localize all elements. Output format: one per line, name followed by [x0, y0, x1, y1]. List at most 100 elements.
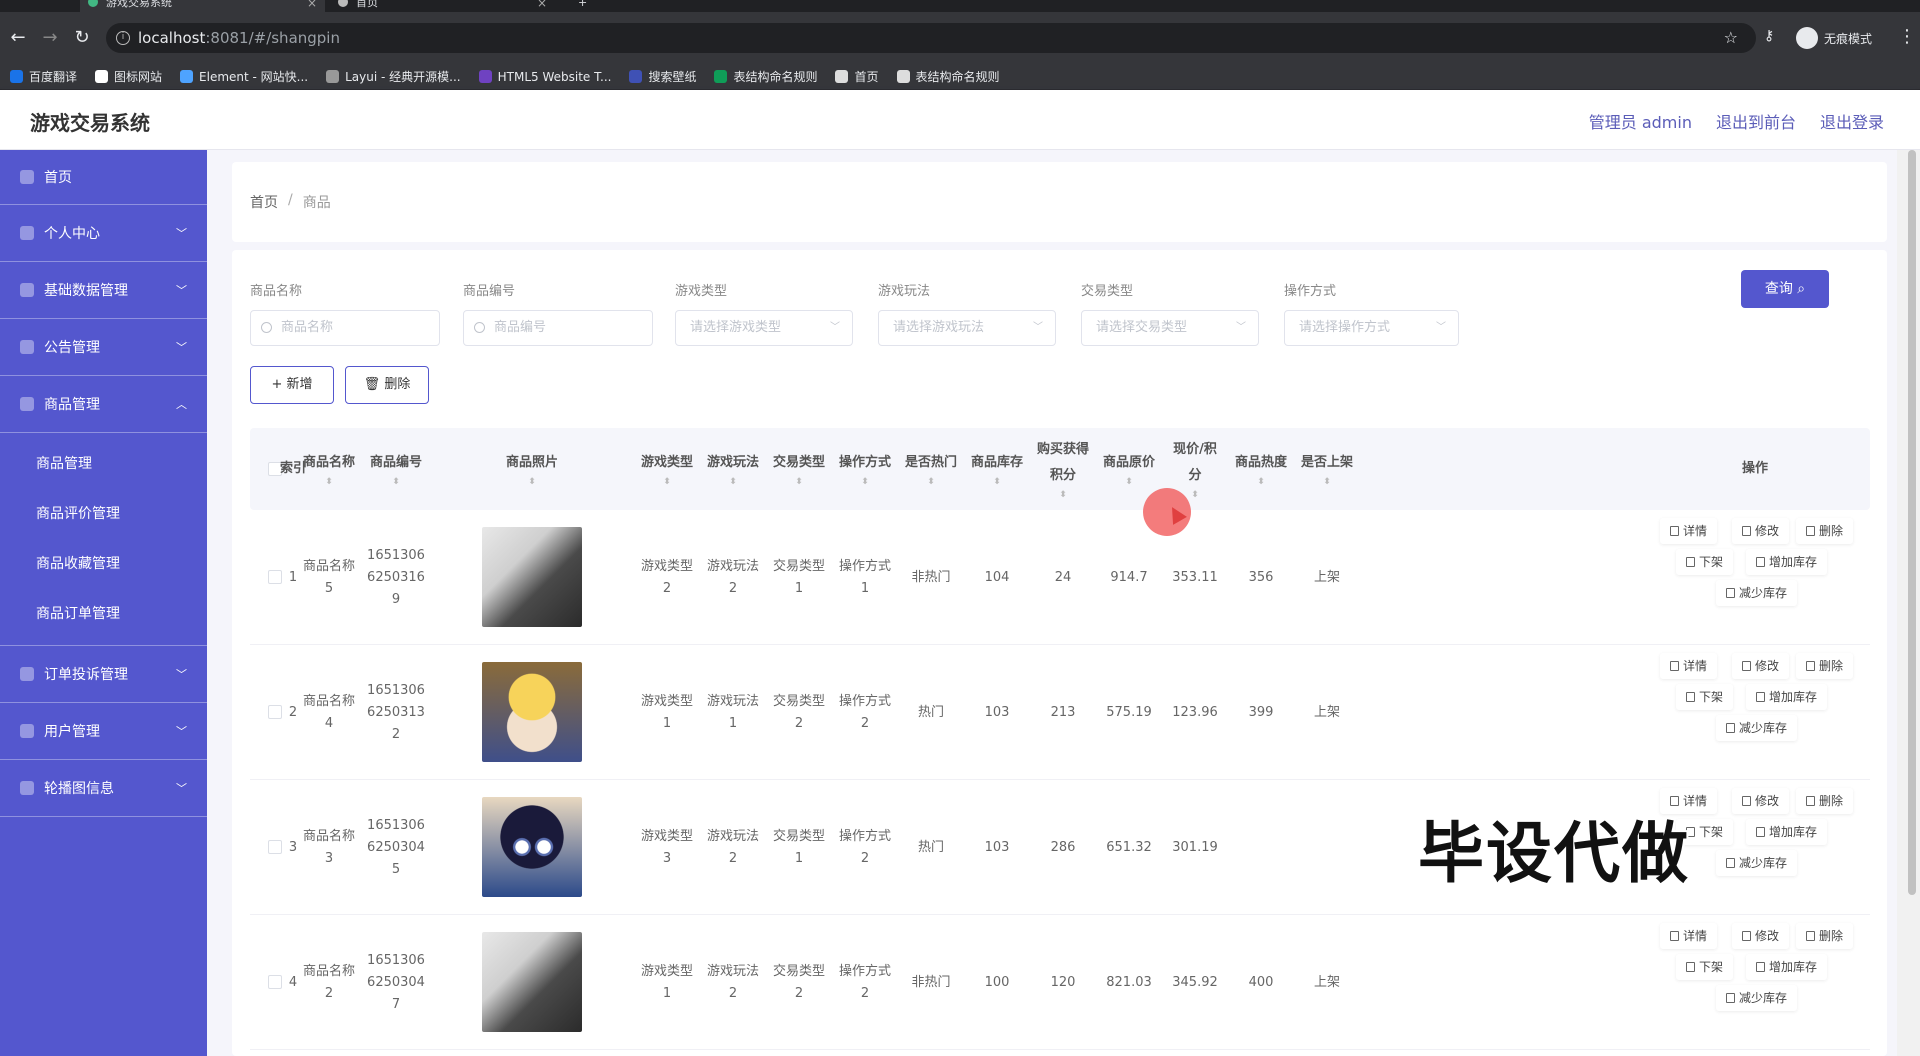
- bookmark-item[interactable]: 百度翻译: [10, 68, 77, 85]
- sidebar-item[interactable]: 轮播图信息 ﹀: [0, 760, 207, 817]
- search-input[interactable]: 商品编号: [463, 310, 653, 346]
- column-header[interactable]: 购买获得积分 ⬍: [1030, 428, 1096, 510]
- new-tab-button[interactable]: +: [570, 0, 600, 12]
- sort-icon[interactable]: ⬍: [795, 476, 803, 488]
- sort-icon[interactable]: ⬍: [392, 476, 400, 488]
- column-header[interactable]: 商品热度 ⬍: [1228, 428, 1294, 510]
- sidebar-subitem[interactable]: 商品订单管理: [0, 589, 207, 639]
- add-button[interactable]: + 新增: [250, 366, 334, 404]
- sort-icon[interactable]: ⬍: [729, 476, 737, 488]
- sidebar-item[interactable]: 公告管理 ﹀: [0, 319, 207, 376]
- sort-icon[interactable]: ⬍: [325, 476, 333, 488]
- logout-link[interactable]: 退出登录: [1820, 109, 1884, 133]
- address-bar[interactable]: i localhost:8081/#/shangpin ☆: [106, 23, 1756, 53]
- sort-icon[interactable]: ⬍: [1257, 476, 1265, 488]
- reduce-stock-button[interactable]: 减少库存: [1716, 580, 1798, 606]
- sidebar-item[interactable]: 基础数据管理 ﹀: [0, 262, 207, 319]
- bookmark-item[interactable]: 搜索壁纸: [629, 68, 696, 85]
- browser-tab-active[interactable]: 游戏交易系统 ×: [80, 0, 325, 12]
- offshelf-button[interactable]: 下架: [1676, 684, 1734, 710]
- delete-row-button[interactable]: 删除: [1796, 788, 1854, 814]
- detail-button[interactable]: 详情: [1660, 518, 1718, 544]
- column-header[interactable]: 商品库存 ⬍: [964, 428, 1030, 510]
- reduce-stock-button[interactable]: 减少库存: [1716, 715, 1798, 741]
- exit-to-front-link[interactable]: 退出到前台: [1716, 109, 1796, 133]
- sort-icon[interactable]: ⬍: [528, 476, 536, 488]
- reduce-stock-button[interactable]: 减少库存: [1716, 850, 1798, 876]
- sort-icon[interactable]: ⬍: [1059, 489, 1067, 501]
- close-icon[interactable]: ×: [537, 0, 547, 10]
- bookmark-item[interactable]: Layui - 经典开源模...: [326, 68, 461, 85]
- edit-button[interactable]: 修改: [1732, 923, 1790, 949]
- bookmark-item[interactable]: 图标网站: [95, 68, 162, 85]
- detail-button[interactable]: 详情: [1660, 923, 1718, 949]
- filter-select[interactable]: 请选择游戏玩法 ﹀: [878, 310, 1056, 346]
- bookmark-item[interactable]: Element - 网站快...: [180, 68, 308, 85]
- edit-button[interactable]: 修改: [1732, 788, 1790, 814]
- search-input[interactable]: 商品名称: [250, 310, 440, 346]
- offshelf-button[interactable]: 下架: [1676, 549, 1734, 575]
- delete-button[interactable]: 🗑 删除: [345, 366, 429, 404]
- delete-row-button[interactable]: 删除: [1796, 923, 1854, 949]
- incognito-indicator[interactable]: 无痕模式: [1796, 27, 1872, 49]
- star-icon[interactable]: ☆: [1724, 23, 1738, 53]
- admin-label[interactable]: 管理员 admin: [1589, 109, 1692, 133]
- column-header[interactable]: 商品名称 ⬍: [296, 428, 362, 510]
- detail-button[interactable]: 详情: [1660, 653, 1718, 679]
- sort-icon[interactable]: ⬍: [1125, 476, 1133, 488]
- add-stock-button[interactable]: 增加库存: [1746, 954, 1828, 980]
- sidebar-subitem[interactable]: 商品收藏管理: [0, 539, 207, 589]
- sort-icon[interactable]: ⬍: [927, 476, 935, 488]
- column-header[interactable]: 游戏玩法 ⬍: [700, 428, 766, 510]
- back-arrow-icon[interactable]: ←: [6, 26, 30, 50]
- edit-button[interactable]: 修改: [1732, 518, 1790, 544]
- product-photo[interactable]: [482, 797, 582, 897]
- sidebar-item[interactable]: 订单投诉管理 ﹀: [0, 646, 207, 703]
- breadcrumb-home[interactable]: 首页: [250, 192, 278, 212]
- key-icon[interactable]: ⚷: [1764, 28, 1774, 44]
- add-stock-button[interactable]: 增加库存: [1746, 819, 1828, 845]
- delete-row-button[interactable]: 删除: [1796, 653, 1854, 679]
- product-photo[interactable]: [482, 527, 582, 627]
- offshelf-button[interactable]: 下架: [1676, 954, 1734, 980]
- column-header[interactable]: 商品照片 ⬍: [430, 428, 634, 510]
- scrollbar-thumb[interactable]: [1908, 150, 1916, 895]
- sidebar-item[interactable]: 商品管理 ︿: [0, 376, 207, 433]
- browser-tab[interactable]: 首页 ×: [330, 0, 555, 12]
- add-stock-button[interactable]: 增加库存: [1746, 684, 1828, 710]
- info-icon[interactable]: i: [116, 31, 130, 45]
- column-header[interactable]: 是否热门 ⬍: [898, 428, 964, 510]
- sidebar-item[interactable]: 个人中心 ﹀: [0, 205, 207, 262]
- column-header[interactable]: 游戏类型 ⬍: [634, 428, 700, 510]
- edit-button[interactable]: 修改: [1732, 653, 1790, 679]
- column-header[interactable]: 交易类型 ⬍: [766, 428, 832, 510]
- reload-icon[interactable]: ↻: [70, 26, 94, 50]
- sidebar-item[interactable]: 用户管理 ﹀: [0, 703, 207, 760]
- sidebar-item[interactable]: 首页: [0, 150, 207, 205]
- close-icon[interactable]: ×: [307, 0, 317, 10]
- sort-icon[interactable]: ⬍: [993, 476, 1001, 488]
- bookmark-item[interactable]: 首页: [835, 68, 879, 85]
- bookmark-item[interactable]: 表结构命名规则: [896, 68, 1000, 85]
- query-button[interactable]: 查询 ⌕: [1741, 270, 1829, 308]
- sort-icon[interactable]: ⬍: [861, 476, 869, 488]
- column-header[interactable]: 是否上架 ⬍: [1294, 428, 1360, 510]
- add-stock-button[interactable]: 增加库存: [1746, 549, 1828, 575]
- reduce-stock-button[interactable]: 减少库存: [1716, 985, 1798, 1011]
- column-header[interactable]: 操作方式 ⬍: [832, 428, 898, 510]
- filter-select[interactable]: 请选择交易类型 ﹀: [1081, 310, 1259, 346]
- product-photo[interactable]: [482, 932, 582, 1032]
- sidebar-subitem[interactable]: 商品评价管理: [0, 489, 207, 539]
- delete-row-button[interactable]: 删除: [1796, 518, 1854, 544]
- sort-icon[interactable]: ⬍: [663, 476, 671, 488]
- sidebar-subitem[interactable]: 商品管理: [0, 439, 207, 489]
- sort-icon[interactable]: ⬍: [1323, 476, 1331, 488]
- filter-select[interactable]: 请选择游戏类型 ﹀: [675, 310, 853, 346]
- product-photo[interactable]: [482, 662, 582, 762]
- more-menu-icon[interactable]: ⋮: [1898, 26, 1916, 47]
- sort-icon[interactable]: ⬍: [1191, 489, 1199, 501]
- column-header[interactable]: 商品编号 ⬍: [362, 428, 430, 510]
- filter-select[interactable]: 请选择操作方式 ﹀: [1284, 310, 1459, 346]
- forward-arrow-icon[interactable]: →: [38, 26, 62, 50]
- bookmark-item[interactable]: HTML5 Website T...: [478, 70, 611, 84]
